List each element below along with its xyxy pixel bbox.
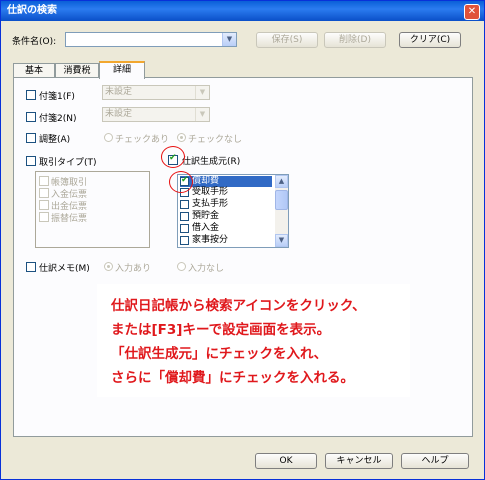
- search-dialog: 仕訳の検索 ✕ 条件名(O): ▼ 保存(S) 削除(D) クリア(C) 基本 …: [0, 0, 485, 480]
- list-item-label: 預貯金: [192, 211, 220, 221]
- list-item-checkbox[interactable]: [180, 224, 189, 233]
- chevron-down-icon[interactable]: ▼: [195, 108, 209, 121]
- list-item-label: 受取手形: [192, 187, 229, 197]
- list-item[interactable]: 償却費: [180, 175, 272, 187]
- window-title: 仕訳の検索: [7, 5, 57, 16]
- seiseimoto-list[interactable]: 償却費 受取手形 支払手形 預貯金 借入金 家事按分 ▲ ▼: [177, 174, 289, 248]
- callout-line: または[F3]キーで設定画面を表示。: [111, 322, 331, 338]
- highlight-circle: [169, 171, 193, 193]
- condition-label: 条件名(O):: [12, 37, 57, 47]
- callout-line: 「仕訳生成元」にチェックを入れ、: [111, 346, 328, 362]
- chousei-radio-checked[interactable]: [104, 133, 113, 142]
- chousei-opt1-label: チェックあり: [115, 135, 170, 145]
- list-item[interactable]: 預貯金: [180, 211, 272, 222]
- torihiki-item-checkbox[interactable]: [39, 200, 49, 210]
- scroll-thumb[interactable]: [275, 190, 288, 210]
- fusen2-checkbox[interactable]: [26, 112, 36, 122]
- memo-radio-unchecked[interactable]: [177, 262, 186, 271]
- cancel-button[interactable]: キャンセル: [325, 453, 393, 469]
- save-button[interactable]: 保存(S): [256, 32, 318, 48]
- list-scrollbar[interactable]: ▲ ▼: [275, 175, 288, 247]
- fusen1-label: 付箋1(F): [39, 92, 75, 102]
- fusen2-label: 付箋2(N): [39, 114, 77, 124]
- torihiki-item: 振替伝票: [51, 214, 88, 224]
- callout-line: さらに「償却費」にチェックを入れる。: [111, 370, 354, 386]
- fusen2-select[interactable]: 未設定 ▼: [102, 107, 210, 122]
- highlight-circle: [161, 146, 185, 168]
- tab-basic[interactable]: 基本: [13, 63, 55, 78]
- fusen1-select[interactable]: 未設定 ▼: [102, 85, 210, 100]
- fusen2-value: 未設定: [105, 109, 133, 119]
- memo-radio-checked[interactable]: [104, 262, 113, 271]
- chousei-opt2-label: チェックなし: [188, 135, 243, 145]
- list-item[interactable]: 家事按分: [180, 235, 272, 246]
- list-item-label: 償却費: [192, 176, 220, 186]
- chevron-down-icon[interactable]: ▼: [222, 33, 236, 46]
- tab-tax[interactable]: 消費税: [55, 63, 99, 78]
- fusen1-value: 未設定: [105, 87, 133, 97]
- chousei-checkbox[interactable]: [26, 133, 36, 143]
- memo-opt1-label: 入力あり: [115, 264, 152, 274]
- torihiki-item-checkbox[interactable]: [39, 188, 49, 198]
- list-item-label: 支払手形: [192, 199, 229, 209]
- fusen1-checkbox[interactable]: [26, 90, 36, 100]
- memo-label: 仕訳メモ(M): [39, 264, 90, 274]
- title-bar: 仕訳の検索 ✕: [1, 1, 484, 21]
- list-item-label: 家事按分: [192, 235, 229, 245]
- torihiki-label: 取引タイプ(T): [39, 158, 97, 168]
- instruction-callout: 仕訳日記帳から検索アイコンをクリック、 または[F3]キーで設定画面を表示。 「…: [97, 284, 410, 397]
- torihiki-checkbox[interactable]: [26, 156, 36, 166]
- clear-button[interactable]: クリア(C): [399, 32, 461, 48]
- torihiki-item-checkbox[interactable]: [39, 212, 49, 222]
- delete-button[interactable]: 削除(D): [324, 32, 386, 48]
- seiseimoto-label: 仕訳生成元(R): [182, 157, 241, 167]
- chousei-label: 調整(A): [39, 135, 71, 145]
- chevron-up-icon[interactable]: ▲: [275, 175, 288, 188]
- close-icon[interactable]: ✕: [464, 4, 480, 20]
- chousei-radio-unchecked[interactable]: [177, 133, 186, 142]
- chevron-down-icon[interactable]: ▼: [195, 86, 209, 99]
- tab-detail[interactable]: 詳細: [99, 61, 145, 79]
- condition-combo[interactable]: ▼: [65, 32, 237, 47]
- chevron-down-icon[interactable]: ▼: [275, 234, 288, 247]
- callout-line: 仕訳日記帳から検索アイコンをクリック、: [111, 298, 366, 314]
- memo-checkbox[interactable]: [26, 262, 36, 272]
- list-item-checkbox[interactable]: [180, 236, 189, 245]
- list-item-label: 借入金: [192, 223, 220, 233]
- list-item-checkbox[interactable]: [180, 212, 189, 221]
- list-item[interactable]: 借入金: [180, 223, 272, 234]
- help-button[interactable]: ヘルプ: [401, 453, 469, 469]
- ok-button[interactable]: OK: [255, 453, 317, 469]
- list-item[interactable]: 支払手形: [180, 199, 272, 210]
- list-item-checkbox[interactable]: [180, 200, 189, 209]
- memo-opt2-label: 入力なし: [188, 264, 225, 274]
- torihiki-item-checkbox[interactable]: [39, 176, 49, 186]
- list-item[interactable]: 受取手形: [180, 187, 272, 198]
